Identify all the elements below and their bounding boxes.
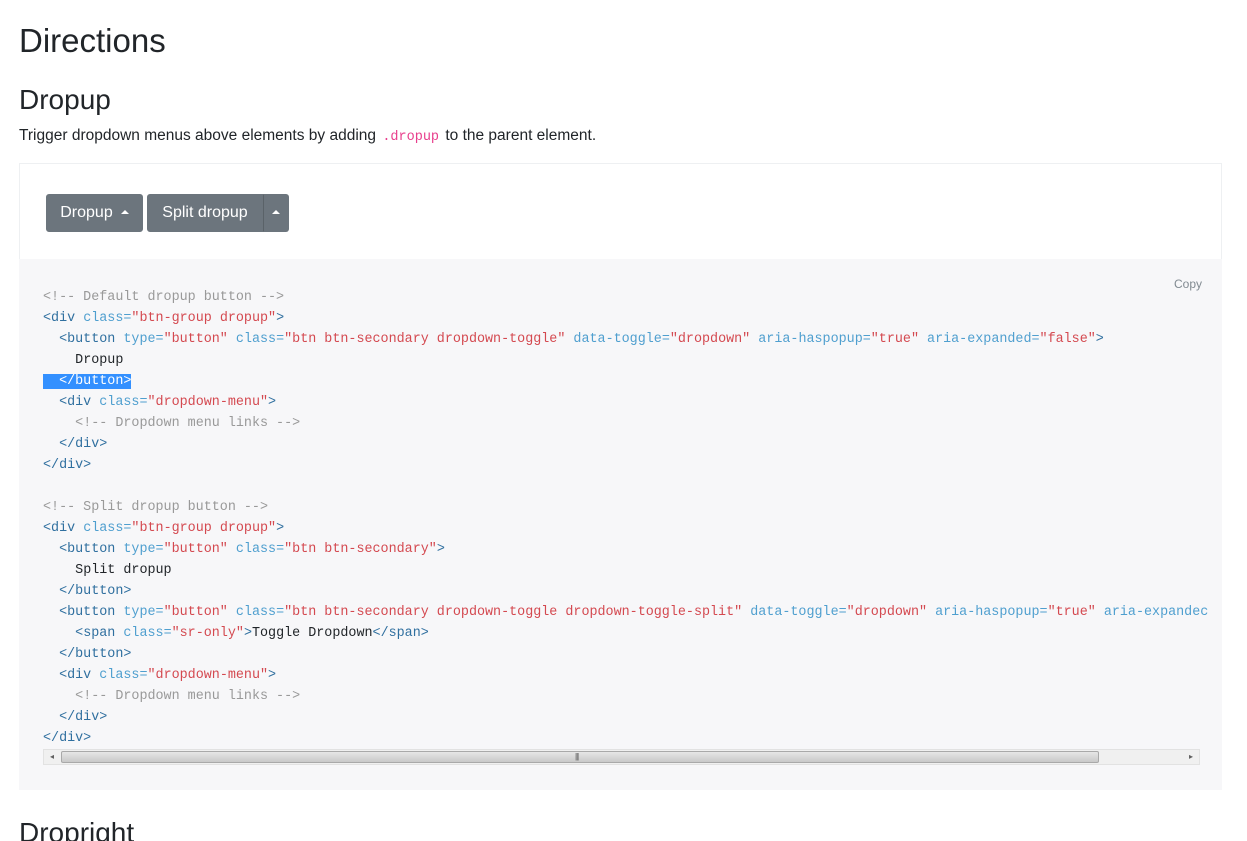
- code-line: </div>: [43, 458, 92, 473]
- grip-icon: |||: [575, 752, 579, 761]
- code-line: </button>: [59, 584, 132, 599]
- code-line: <span class="sr-only">Toggle Dropdown</s…: [75, 626, 429, 641]
- section-title-dropup: Dropup: [19, 84, 111, 115]
- code-listing[interactable]: <!-- Default dropup button --> <div class…: [43, 287, 1208, 749]
- section-title-dropright: Dropright: [19, 817, 135, 841]
- code-line: <button type="button" class="btn btn-sec…: [59, 542, 445, 557]
- code-line: <button type="button" class="btn btn-sec…: [59, 332, 1104, 347]
- code-line: <div class="dropdown-menu">: [59, 395, 277, 410]
- section-description: Trigger dropdown menus above elements by…: [19, 125, 596, 149]
- code-snippet: Copy <!-- Default dropup button --> <div …: [19, 259, 1222, 790]
- code-line: <div class="btn-group dropup">: [43, 521, 285, 536]
- code-line: <div class="dropdown-menu">: [59, 668, 277, 683]
- horizontal-scrollbar[interactable]: ◂ ||| ▸: [43, 749, 1200, 765]
- description-text-end: to the parent element.: [441, 127, 597, 144]
- dropup-class-code: .dropup: [382, 130, 440, 145]
- docs-page: Directions Dropup Trigger dropdown menus…: [0, 0, 1247, 841]
- code-line: <!-- Default dropup button -->: [43, 290, 285, 305]
- code-line: </button>: [59, 647, 132, 662]
- caret-up-icon: [120, 210, 129, 214]
- code-line: <!-- Dropdown menu links -->: [75, 689, 301, 704]
- description-text-start: Trigger dropdown menus above elements by…: [19, 127, 381, 144]
- code-line: <!-- Dropdown menu links -->: [75, 416, 301, 431]
- code-line: </div>: [43, 731, 92, 746]
- scroll-right-arrow-icon[interactable]: ▸: [1183, 750, 1199, 764]
- code-line: Split dropup: [75, 563, 172, 578]
- code-line: </div>: [59, 710, 108, 725]
- scroll-left-arrow-icon[interactable]: ◂: [44, 750, 60, 764]
- code-line: </div>: [59, 437, 108, 452]
- dropup-button[interactable]: Dropup: [46, 194, 143, 232]
- code-line: <!-- Split dropup button -->: [43, 500, 268, 515]
- split-dropup-button[interactable]: Split dropup: [147, 194, 263, 232]
- code-line-selected: </button>: [43, 371, 1208, 392]
- split-dropup-toggle[interactable]: [263, 194, 289, 232]
- scrollbar-thumb[interactable]: |||: [61, 751, 1099, 763]
- dropup-button-label: Dropup: [60, 204, 113, 221]
- caret-up-icon: [272, 210, 280, 214]
- code-line: Dropup: [75, 353, 124, 368]
- code-line: <div class="btn-group dropup">: [43, 311, 285, 326]
- code-line: <button type="button" class="btn btn-sec…: [59, 605, 1209, 620]
- page-title: Directions: [19, 22, 166, 59]
- example-preview: Dropup Split dropup: [19, 163, 1222, 259]
